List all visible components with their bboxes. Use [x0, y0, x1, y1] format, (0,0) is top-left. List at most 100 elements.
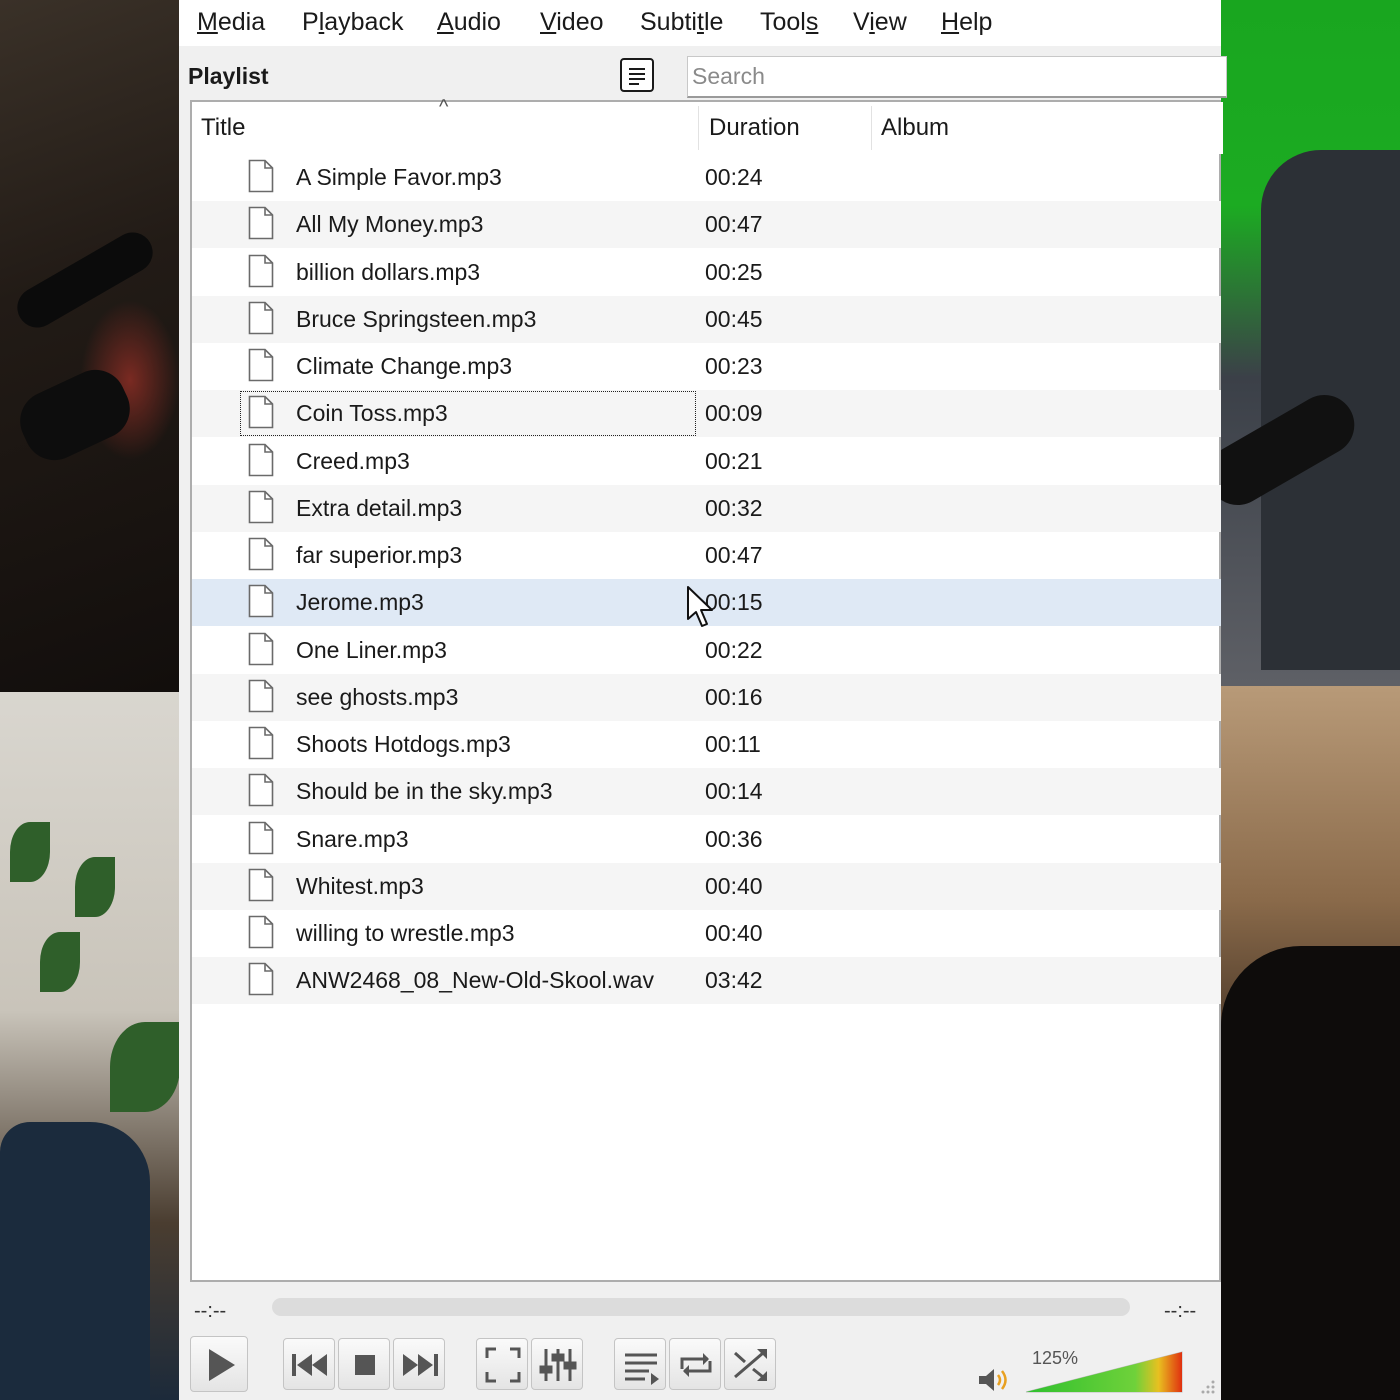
- menu-label-part: P: [302, 8, 319, 36]
- plant-leaf: [75, 857, 115, 917]
- playlist-row[interactable]: Shoots Hotdogs.mp3 00:11: [192, 721, 1221, 768]
- track-title: Shoots Hotdogs.mp3: [296, 731, 511, 757]
- file-icon: [248, 537, 274, 571]
- playlist-row[interactable]: ANW2468_08_New-Old-Skool.wav 03:42: [192, 957, 1221, 1005]
- playlist-row[interactable]: Whitest.mp3 00:40: [192, 862, 1221, 910]
- file-icon: [248, 868, 274, 902]
- column-header-title[interactable]: Title: [201, 114, 245, 142]
- previous-icon: [292, 1354, 327, 1376]
- playlist-row[interactable]: willing to wrestle.mp3 00:40: [192, 910, 1221, 957]
- play-button[interactable]: [190, 1336, 248, 1392]
- track-title: Creed.mp3: [296, 447, 410, 474]
- playlist-row[interactable]: A Simple Favor.mp3 00:24: [192, 154, 1221, 201]
- plant-leaf: [110, 1022, 179, 1112]
- playlist-row[interactable]: see ghosts.mp3 00:16: [192, 673, 1221, 721]
- file-icon: [248, 821, 274, 854]
- menu-tools[interactable]: Tools: [760, 8, 818, 37]
- track-duration: 00:21: [705, 447, 763, 474]
- column-separator[interactable]: [871, 106, 872, 150]
- file-icon: [248, 773, 274, 807]
- menu-label-part: s: [805, 8, 819, 36]
- playlist-row[interactable]: All My Money.mp3 00:47: [192, 201, 1221, 249]
- menu-label-part: V: [540, 8, 557, 36]
- file-icon: [248, 206, 274, 240]
- loop-icon: [680, 1353, 712, 1377]
- file-icon: [248, 254, 274, 287]
- track-title: Snare.mp3: [296, 825, 409, 852]
- file-icon: [248, 632, 274, 665]
- track-duration: 00:40: [705, 872, 763, 899]
- track-title: A Simple Favor.mp3: [296, 164, 502, 190]
- resize-grip-icon[interactable]: [1197, 1376, 1217, 1396]
- track-title: Coin Toss.mp3: [296, 400, 448, 427]
- shuffle-icon: [733, 1349, 767, 1381]
- file-icon: [248, 443, 274, 476]
- menu-view[interactable]: View: [853, 8, 907, 37]
- menu-label-part: udio: [453, 8, 501, 36]
- speaker-icon[interactable]: [976, 1366, 1012, 1394]
- file-icon: [248, 726, 274, 760]
- previous-button[interactable]: [283, 1338, 335, 1390]
- playlist-row[interactable]: Bruce Springsteen.mp3 00:45: [192, 295, 1221, 343]
- stop-button[interactable]: [338, 1338, 390, 1390]
- plant-leaf: [10, 822, 50, 882]
- track-duration: 00:36: [705, 825, 763, 852]
- playlist-row[interactable]: Creed.mp3 00:21: [192, 438, 1221, 485]
- loop-button[interactable]: [669, 1338, 721, 1390]
- elapsed-time: --:--: [194, 1300, 227, 1322]
- shuffle-button[interactable]: [724, 1338, 776, 1390]
- playlist-search-input[interactable]: [687, 56, 1227, 98]
- fullscreen-icon: [485, 1347, 521, 1383]
- playlist-row[interactable]: Should be in the sky.mp3 00:14: [192, 768, 1221, 816]
- track-duration: 00:14: [705, 778, 763, 805]
- webcam-feed-bottom-left: [0, 692, 179, 1400]
- track-title: One Liner.mp3: [296, 636, 447, 663]
- vlc-window: Media Playback Audio Video Subtitle Tools View…: [179, 0, 1227, 1400]
- playlist-title: Playlist: [188, 63, 269, 89]
- menu-label-part: H: [941, 8, 960, 36]
- playlist-row[interactable]: Extra detail.mp3 00:32: [192, 484, 1221, 532]
- remaining-time[interactable]: --:--: [1164, 1300, 1196, 1323]
- fullscreen-button[interactable]: [476, 1338, 528, 1390]
- menu-bar: Media Playback Audio Video Subtitle Tools View…: [179, 0, 1221, 46]
- playlist-row[interactable]: One Liner.mp3 00:22: [192, 627, 1221, 674]
- playlist-row[interactable]: far superior.mp3 00:47: [192, 532, 1221, 579]
- toggle-playlist-button[interactable]: [614, 1338, 666, 1390]
- menu-audio[interactable]: Audio: [437, 8, 501, 37]
- next-button[interactable]: [393, 1338, 445, 1390]
- plant-leaf: [40, 932, 80, 992]
- menu-playback[interactable]: Playback: [302, 8, 403, 37]
- track-title: Whitest.mp3: [296, 872, 424, 899]
- menu-label-part: ideo: [556, 8, 604, 36]
- track-title: willing to wrestle.mp3: [296, 920, 515, 946]
- column-separator[interactable]: [698, 106, 699, 150]
- file-icon: [248, 395, 274, 429]
- playlist-row[interactable]: Snare.mp3 00:36: [192, 816, 1221, 863]
- menu-video[interactable]: Video: [540, 8, 604, 37]
- playlist-table[interactable]: Title ^ Duration Album A Simple Favor.mp…: [190, 96, 1223, 1282]
- playlist-view-button[interactable]: [620, 58, 654, 92]
- file-icon: [248, 962, 274, 996]
- next-icon: [403, 1354, 438, 1376]
- column-header-album[interactable]: Album: [881, 114, 949, 142]
- seek-slider[interactable]: [272, 1298, 1130, 1316]
- list-view-icon-line: [629, 83, 639, 85]
- extended-settings-button[interactable]: [531, 1338, 583, 1390]
- menu-subtitle[interactable]: Subtitle: [640, 8, 723, 37]
- menu-label-part: A: [437, 8, 454, 36]
- file-icon: [248, 348, 274, 382]
- person-silhouette: [1221, 946, 1400, 1400]
- playlist-row[interactable]: billion dollars.mp3 00:25: [192, 249, 1221, 296]
- list-view-icon-line: [629, 78, 645, 80]
- menu-media[interactable]: Media: [197, 8, 265, 37]
- webcam-feed-top-left: [0, 0, 179, 692]
- equalizer-icon: [539, 1349, 577, 1381]
- playlist-row[interactable]: Climate Change.mp3 00:23: [192, 343, 1221, 390]
- menu-label-part: V: [853, 8, 870, 36]
- menu-label-part: M: [197, 8, 218, 36]
- menu-help[interactable]: Help: [941, 8, 992, 37]
- sort-ascending-icon: ^: [439, 96, 449, 118]
- column-header-duration[interactable]: Duration: [709, 114, 800, 142]
- track-duration: 03:42: [705, 967, 763, 994]
- playlist-row[interactable]: Coin Toss.mp3 00:09: [192, 390, 1221, 438]
